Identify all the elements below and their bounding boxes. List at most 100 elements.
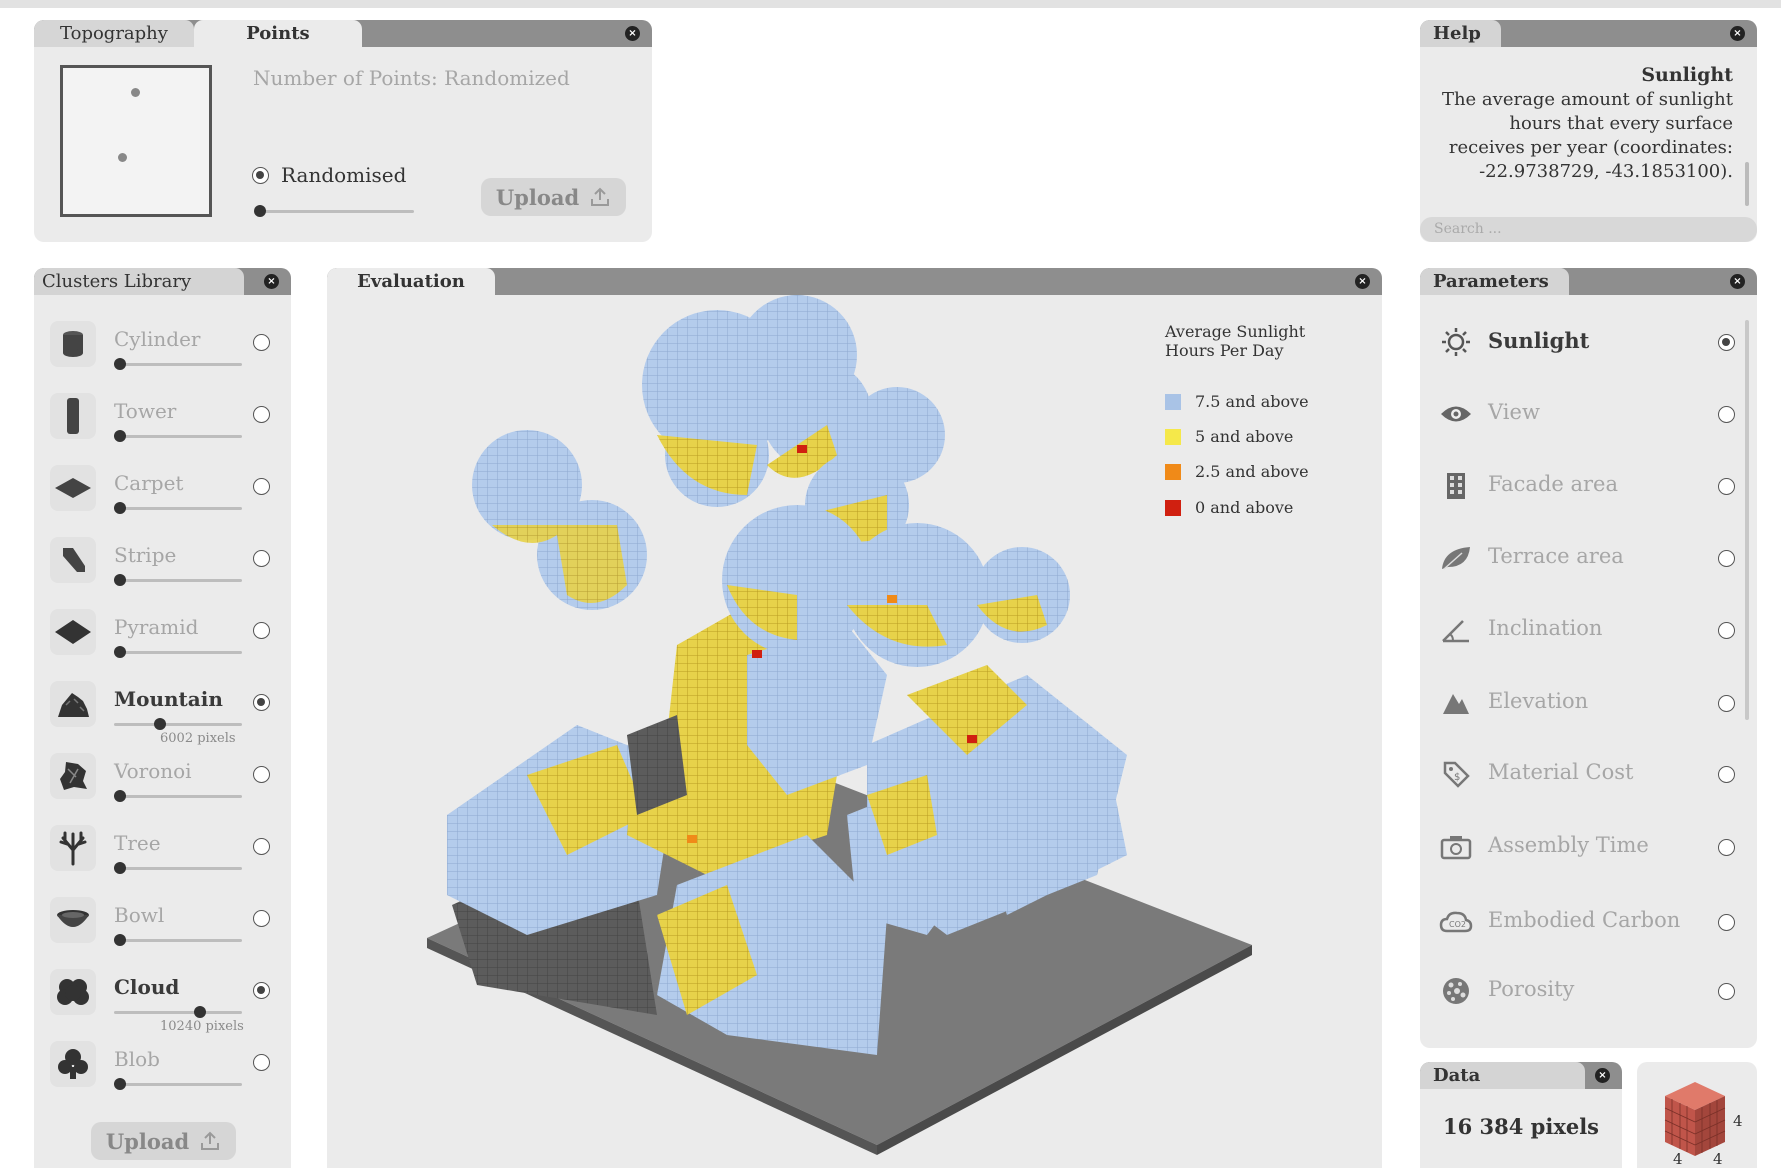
help-search-field[interactable]: Search ...	[1420, 217, 1757, 242]
cluster-slider[interactable]	[114, 934, 242, 946]
cluster-item-cloud[interactable]: Cloud 10240 pixels	[50, 969, 270, 1034]
top-strip	[0, 0, 1781, 8]
cluster-item-carpet[interactable]: Carpet	[50, 465, 270, 525]
cluster-radio[interactable]	[253, 1054, 270, 1071]
upload-icon	[201, 1131, 220, 1150]
parameter-item-elevation[interactable]: Elevation	[1438, 685, 1735, 735]
cluster-radio[interactable]	[253, 334, 270, 351]
parameter-radio[interactable]	[1718, 914, 1735, 931]
data-panel: Data × 16 384 pixels	[1420, 1062, 1622, 1168]
parameter-item-inclination[interactable]: Inclination	[1438, 612, 1735, 662]
cluster-radio[interactable]	[253, 550, 270, 567]
parameter-radio[interactable]	[1718, 839, 1735, 856]
cluster-radio[interactable]	[253, 766, 270, 783]
cluster-slider[interactable]	[114, 790, 242, 802]
cluster-slider-knob[interactable]	[114, 862, 126, 874]
parameter-radio[interactable]	[1718, 478, 1735, 495]
tab-topography[interactable]: Topography	[34, 20, 194, 47]
cluster-item-blob[interactable]: Blob	[50, 1041, 270, 1101]
cluster-item-stripe[interactable]: Stripe	[50, 537, 270, 597]
cluster-item-bowl[interactable]: Bowl	[50, 897, 270, 957]
cluster-radio[interactable]	[253, 478, 270, 495]
cluster-slider-knob[interactable]	[114, 646, 126, 658]
data-title: Data	[1420, 1062, 1585, 1089]
close-icon[interactable]: ×	[264, 274, 279, 289]
mountain-icon	[1438, 685, 1474, 721]
cluster-slider[interactable]	[114, 574, 242, 586]
cluster-slider-knob[interactable]	[114, 358, 126, 370]
parameter-radio[interactable]	[1718, 622, 1735, 639]
cluster-slider-knob[interactable]	[194, 1006, 206, 1018]
parameter-label: Material Cost	[1488, 760, 1634, 784]
cluster-slider-knob[interactable]	[114, 1078, 126, 1090]
close-icon[interactable]: ×	[1730, 26, 1745, 41]
parameter-item-material-cost[interactable]: $ Material Cost	[1438, 756, 1735, 806]
cylinder-icon	[50, 321, 96, 367]
parameter-item-embodied-carbon[interactable]: CO2 Embodied Carbon	[1438, 904, 1735, 954]
points-preview[interactable]	[60, 65, 212, 217]
parameter-radio[interactable]	[1718, 766, 1735, 783]
parameter-radio[interactable]	[1718, 550, 1735, 567]
mountain-cluster-icon	[50, 681, 96, 727]
parameters-scrollbar[interactable]	[1745, 320, 1749, 720]
tab-points[interactable]: Points	[193, 20, 362, 47]
cluster-slider-knob[interactable]	[114, 430, 126, 442]
data-panel-header: Data ×	[1420, 1062, 1622, 1089]
parameter-radio[interactable]	[1718, 334, 1735, 351]
cluster-slider[interactable]	[114, 718, 242, 730]
cluster-slider[interactable]	[114, 430, 242, 442]
cluster-slider-knob[interactable]	[114, 934, 126, 946]
clusters-upload-button[interactable]: Upload	[91, 1122, 236, 1160]
cube-dimension-label: 4	[1713, 1150, 1723, 1168]
cluster-slider[interactable]	[114, 502, 242, 514]
cluster-radio[interactable]	[253, 622, 270, 639]
cluster-item-pyramid[interactable]: Pyramid	[50, 609, 270, 669]
close-icon[interactable]: ×	[1595, 1068, 1610, 1083]
points-slider[interactable]	[254, 205, 414, 217]
legend-swatch	[1165, 393, 1181, 410]
cluster-radio[interactable]	[253, 910, 270, 927]
cluster-radio[interactable]	[253, 694, 270, 711]
tab-evaluation[interactable]: Evaluation	[327, 268, 495, 295]
parameter-radio[interactable]	[1718, 695, 1735, 712]
parameter-radio[interactable]	[1718, 406, 1735, 423]
cluster-radio[interactable]	[253, 406, 270, 423]
cluster-label: Carpet	[114, 471, 184, 495]
cluster-slider[interactable]	[114, 1006, 242, 1018]
parameter-item-porosity[interactable]: Porosity	[1438, 973, 1735, 1023]
cube-preview-panel[interactable]: 4 4 4	[1637, 1062, 1757, 1168]
topography-panel: Topography Points × Number of Points: Ra…	[34, 20, 652, 242]
parameter-item-facade-area[interactable]: Facade area	[1438, 468, 1735, 518]
cluster-slider[interactable]	[114, 1078, 242, 1090]
cluster-slider[interactable]	[114, 646, 242, 658]
parameter-item-terrace-area[interactable]: Terrace area	[1438, 540, 1735, 590]
cluster-slider-knob[interactable]	[114, 574, 126, 586]
help-scrollbar[interactable]	[1745, 162, 1749, 206]
cluster-slider[interactable]	[114, 358, 242, 370]
cluster-radio[interactable]	[253, 838, 270, 855]
parameter-item-assembly-time[interactable]: Assembly Time	[1438, 829, 1735, 879]
cluster-slider-knob[interactable]	[114, 502, 126, 514]
cluster-radio[interactable]	[253, 982, 270, 999]
cluster-item-mountain[interactable]: Mountain 6002 pixels	[50, 681, 270, 746]
close-icon[interactable]: ×	[1730, 274, 1745, 289]
help-title: Help	[1420, 20, 1501, 47]
cluster-item-tree[interactable]: Tree	[50, 825, 270, 885]
cube-dimension-label: 4	[1733, 1112, 1743, 1130]
cluster-slider[interactable]	[114, 862, 242, 874]
cluster-slider-knob[interactable]	[114, 790, 126, 802]
parameter-item-sunlight[interactable]: Sunlight	[1438, 324, 1735, 374]
cluster-slider-knob[interactable]	[154, 718, 166, 730]
cluster-item-tower[interactable]: Tower	[50, 393, 270, 453]
upload-button[interactable]: Upload	[481, 178, 626, 216]
legend-swatch	[1165, 499, 1181, 516]
parameter-item-view[interactable]: View	[1438, 396, 1735, 446]
clusters-title: Clusters Library	[34, 268, 244, 295]
close-icon[interactable]: ×	[625, 26, 640, 41]
cluster-item-cylinder[interactable]: Cylinder	[50, 321, 270, 381]
points-slider-knob[interactable]	[254, 205, 266, 217]
close-icon[interactable]: ×	[1355, 274, 1370, 289]
randomised-radio[interactable]	[252, 167, 269, 184]
cluster-item-voronoi[interactable]: Voronoi	[50, 753, 270, 813]
parameter-radio[interactable]	[1718, 983, 1735, 1000]
